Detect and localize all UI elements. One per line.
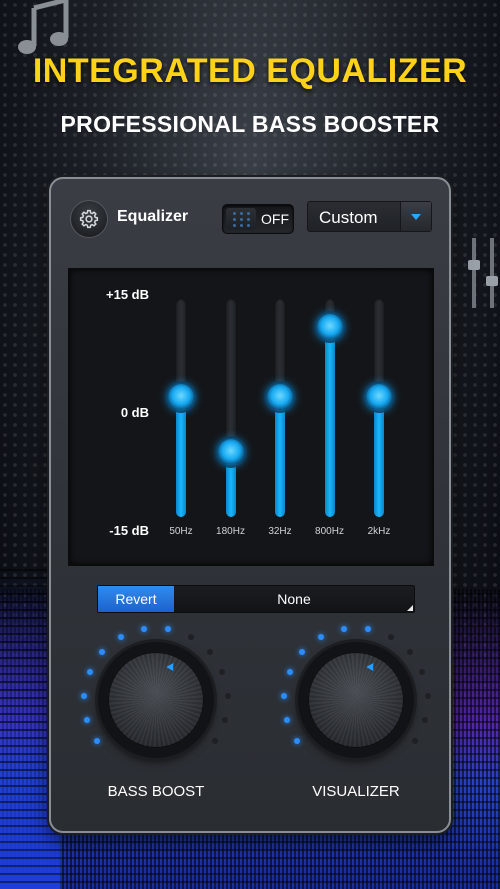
band-slider-fill [324,327,335,517]
music-note-icon [18,0,69,54]
knob-level-dot [140,626,147,632]
knob-level-dot [99,648,106,655]
band-slider-fill [176,397,186,517]
knob-level-dot [118,633,125,640]
band-frequency-label: 180Hz [216,526,245,537]
knob-level-dot [86,669,93,676]
knob-level-dot [419,669,426,676]
knob-level-dot [365,626,372,632]
knob-level-dot [224,692,231,699]
visualizer-label: VISUALIZER [312,783,400,800]
knob-level-dot [424,692,431,699]
toggle-knob [226,208,256,230]
equalizer-toggle[interactable]: OFF [222,204,294,234]
knob-level-dot [318,633,325,640]
headline-title: INTEGRATED EQUALIZER [32,52,468,90]
gear-icon [79,209,99,229]
db-label-min: -15 dB [109,523,149,538]
toggle-label: OFF [261,211,289,227]
knob-level-dot [286,669,293,676]
knob-level-dot [81,692,88,699]
knob-dial[interactable] [98,642,214,758]
knob-level-dot [281,692,288,699]
knob-level-dot [83,716,90,723]
knob-level-dot [283,716,290,723]
preset-name[interactable]: None [174,586,414,612]
dropdown-arrow-icon [411,213,421,220]
db-label-max: +15 dB [106,287,149,302]
band-slider-fill [275,397,285,517]
knob-level-dot [219,669,226,676]
preset-bar: Revert None [97,585,415,613]
knob-level-dot [422,716,429,723]
knob-level-dot [211,738,218,745]
preset-dropdown-value: Custom [319,208,378,227]
knob-level-dot [299,648,306,655]
revert-button[interactable]: Revert [98,586,174,612]
knob-dial-face [108,652,204,748]
equalizer-panel: Equalizer OFF Custom +15 dB 0 dB -15 dB … [49,177,451,833]
bass-boost-knob[interactable] [81,625,231,775]
settings-button[interactable] [70,200,108,238]
knob-level-dot [222,716,229,723]
knob-level-dot [94,738,101,745]
band-slider-handle[interactable] [366,384,392,411]
knob-level-dot [206,648,213,655]
knob-level-dot [411,738,418,745]
band-slider-handle[interactable] [316,314,343,341]
knob-level-dot [165,626,172,632]
band-slider-track[interactable] [224,299,237,517]
headline-subtitle: PROFESSIONAL BASS BOOSTER [60,111,440,137]
visualizer-knob[interactable] [281,625,431,775]
band-frequency-label: 32Hz [268,526,292,537]
knob-dial[interactable] [298,642,414,758]
band-frequency-label: 50Hz [169,526,193,537]
equalizer-graph: +15 dB 0 dB -15 dB 50Hz 180Hz 32Hz 800Hz 2kH… [68,268,434,566]
dropdown-arrow-button[interactable] [400,202,431,231]
band-frequency-label: 800Hz [315,526,344,537]
knob-level-dot [406,648,413,655]
preset-corner-indicator [407,605,413,611]
bass-boost-label: BASS BOOST [107,783,205,800]
equalizer-label: Equalizer [117,208,189,225]
band-slider-handle[interactable] [168,384,194,411]
knob-level-dot [187,633,194,640]
band-frequency-label: 2kHz [367,526,391,537]
slider-icon [468,238,498,308]
band-slider-fill [374,397,384,517]
band-slider-handle[interactable] [267,384,293,411]
knob-dial-face [308,652,404,748]
knob-level-dot [387,633,394,640]
preset-dropdown[interactable]: Custom [307,201,432,232]
band-slider-handle[interactable] [217,438,244,465]
knob-level-dot [340,626,347,632]
knob-level-dot [294,738,301,745]
db-label-zero: 0 dB [120,405,149,420]
